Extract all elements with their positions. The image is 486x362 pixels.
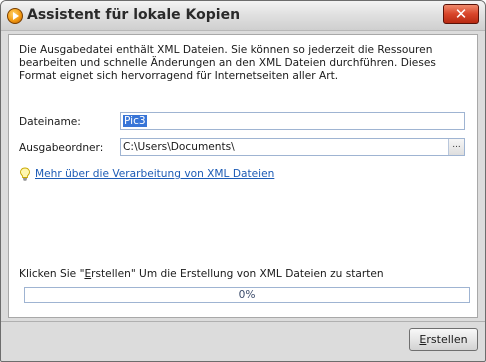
footer-divider <box>1 321 485 322</box>
description-text: Die Ausgabedatei enthält XML Dateien. Si… <box>19 44 436 82</box>
dialog-window: Assistent für lokale Kopien ✕ Die Ausgab… <box>0 0 486 362</box>
filename-value: Pic3 <box>123 115 147 127</box>
status-text: Klicken Sie "Erstellen" Um die Erstellun… <box>19 268 384 280</box>
window-title: Assistent für lokale Kopien <box>27 7 241 23</box>
filename-input[interactable]: Pic3 <box>120 112 465 130</box>
app-logo-icon <box>7 8 23 24</box>
output-folder-value: C:\Users\Documents\ <box>123 141 235 153</box>
progress-label: 0% <box>238 289 256 301</box>
close-button[interactable]: ✕ <box>443 4 479 24</box>
xml-info-link[interactable]: Mehr über die Verarbeitung von XML Datei… <box>35 168 274 180</box>
output-folder-input[interactable]: C:\Users\Documents\ ... <box>120 138 465 156</box>
output-folder-label: Ausgabeordner: <box>19 142 104 154</box>
content-panel: Die Ausgabedatei enthält XML Dateien. Si… <box>8 34 478 318</box>
title-bar[interactable]: Assistent für lokale Kopien ✕ <box>1 1 485 31</box>
browse-button[interactable]: ... <box>448 139 464 155</box>
create-button[interactable]: Erstellen <box>409 328 478 351</box>
filename-label: Dateiname: <box>19 116 81 128</box>
progress-bar: 0% <box>24 287 470 303</box>
lightbulb-icon <box>20 167 30 181</box>
